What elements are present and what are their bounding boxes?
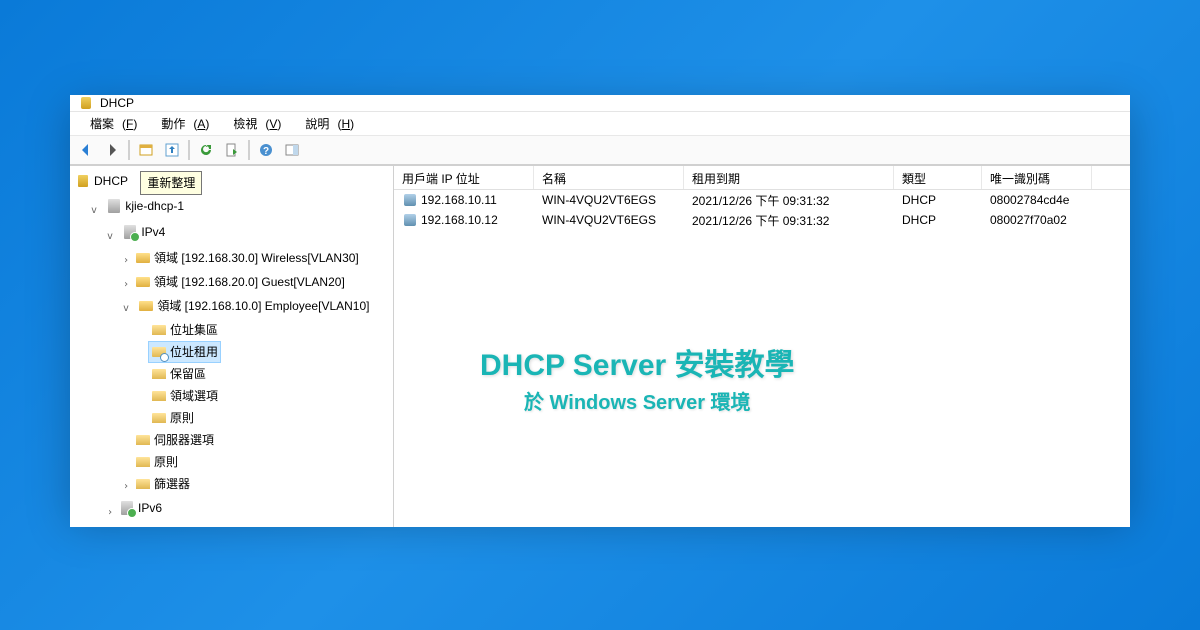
- lease-icon: [402, 212, 418, 228]
- tree-scope-wireless[interactable]: 領域 [192.168.30.0] Wireless[VLAN30]: [132, 247, 362, 269]
- list-panel: 用戶端 IP 位址 名稱 租用到期 類型 唯一識別碼 192.168.10.11…: [394, 166, 1130, 527]
- folder-icon: [151, 410, 167, 426]
- dhcp-icon: [75, 173, 91, 189]
- toolbar-separator: [248, 140, 250, 160]
- tree-server-options[interactable]: 伺服器選項: [132, 429, 217, 451]
- tree-scope-policy[interactable]: 原則: [148, 407, 197, 429]
- list-rows: 192.168.10.11 WIN-4VQU2VT6EGS 2021/12/26…: [394, 190, 1130, 527]
- window-title: DHCP: [100, 96, 134, 110]
- list-row[interactable]: 192.168.10.11 WIN-4VQU2VT6EGS 2021/12/26…: [394, 190, 1130, 210]
- folder-icon: [135, 432, 151, 448]
- tree-ipv6[interactable]: IPv6: [116, 497, 165, 519]
- expand-toggle[interactable]: ›: [104, 503, 116, 523]
- tree-policy[interactable]: 原則: [132, 451, 181, 473]
- tree-address-leases[interactable]: 位址租用: [148, 341, 221, 363]
- tree-ipv4[interactable]: IPv4: [119, 221, 168, 243]
- svg-text:?: ?: [263, 146, 269, 157]
- expand-toggle[interactable]: ›: [120, 251, 132, 271]
- tree-root-dhcp[interactable]: DHCP: [72, 170, 131, 192]
- forward-button[interactable]: [100, 138, 124, 162]
- menu-view[interactable]: 檢視(V): [217, 112, 289, 135]
- action-pane-button[interactable]: [280, 138, 304, 162]
- help-button[interactable]: ?: [254, 138, 278, 162]
- expand-toggle[interactable]: v: [104, 227, 116, 247]
- folder-clock-icon: [151, 344, 167, 360]
- folder-icon: [151, 388, 167, 404]
- export-button[interactable]: [220, 138, 244, 162]
- back-button[interactable]: [74, 138, 98, 162]
- col-uid[interactable]: 唯一識別碼: [982, 166, 1092, 189]
- menubar: 檔案(F) 動作(A) 檢視(V) 說明(H): [70, 112, 1130, 135]
- scope-icon: [138, 298, 154, 314]
- list-header: 用戶端 IP 位址 名稱 租用到期 類型 唯一識別碼: [394, 166, 1130, 190]
- ipv4-icon: [122, 224, 138, 240]
- menu-file[interactable]: 檔案(F): [74, 112, 145, 135]
- col-client-ip[interactable]: 用戶端 IP 位址: [394, 166, 534, 189]
- tree-scope-options[interactable]: 領域選項: [148, 385, 221, 407]
- scope-icon: [135, 250, 151, 266]
- dhcp-mmc-window: DHCP 檔案(F) 動作(A) 檢視(V) 說明(H) ? DHCP: [70, 95, 1130, 515]
- tree-panel[interactable]: DHCP 重新整理 v kjie-dhcp-1 v: [70, 166, 394, 527]
- toolbar: ?: [70, 135, 1130, 165]
- tree-filter[interactable]: 篩選器: [132, 473, 193, 495]
- toolbar-separator: [188, 140, 190, 160]
- tree-scope-employee[interactable]: 領域 [192.168.10.0] Employee[VLAN10]: [135, 295, 372, 317]
- folder-icon: [135, 476, 151, 492]
- server-icon: [106, 198, 122, 214]
- toolbar-separator: [128, 140, 130, 160]
- folder-icon: [151, 322, 167, 338]
- refresh-button[interactable]: [194, 138, 218, 162]
- folder-icon: [135, 454, 151, 470]
- scope-icon: [135, 274, 151, 290]
- expand-toggle[interactable]: ›: [120, 275, 132, 295]
- dhcp-app-icon: [78, 95, 94, 111]
- col-name[interactable]: 名稱: [534, 166, 684, 189]
- tree-scope-guest[interactable]: 領域 [192.168.20.0] Guest[VLAN20]: [132, 271, 348, 293]
- expand-toggle[interactable]: v: [120, 299, 132, 319]
- lease-icon: [402, 192, 418, 208]
- content-area: DHCP 重新整理 v kjie-dhcp-1 v: [70, 165, 1130, 527]
- col-type[interactable]: 類型: [894, 166, 982, 189]
- col-expiry[interactable]: 租用到期: [684, 166, 894, 189]
- menu-help[interactable]: 說明(H): [289, 112, 362, 135]
- tree-reservations[interactable]: 保留區: [148, 363, 209, 385]
- expand-toggle[interactable]: v: [88, 201, 100, 221]
- up-button[interactable]: [160, 138, 184, 162]
- folder-icon: [151, 366, 167, 382]
- tree-address-pool[interactable]: 位址集區: [148, 319, 221, 341]
- properties-button[interactable]: [134, 138, 158, 162]
- tree-server[interactable]: kjie-dhcp-1: [103, 195, 187, 217]
- list-row[interactable]: 192.168.10.12 WIN-4VQU2VT6EGS 2021/12/26…: [394, 210, 1130, 230]
- expand-toggle[interactable]: ›: [120, 477, 132, 497]
- menu-action[interactable]: 動作(A): [145, 112, 217, 135]
- ipv6-icon: [119, 500, 135, 516]
- titlebar: DHCP: [70, 95, 1130, 112]
- tooltip-refresh: 重新整理: [140, 171, 202, 195]
